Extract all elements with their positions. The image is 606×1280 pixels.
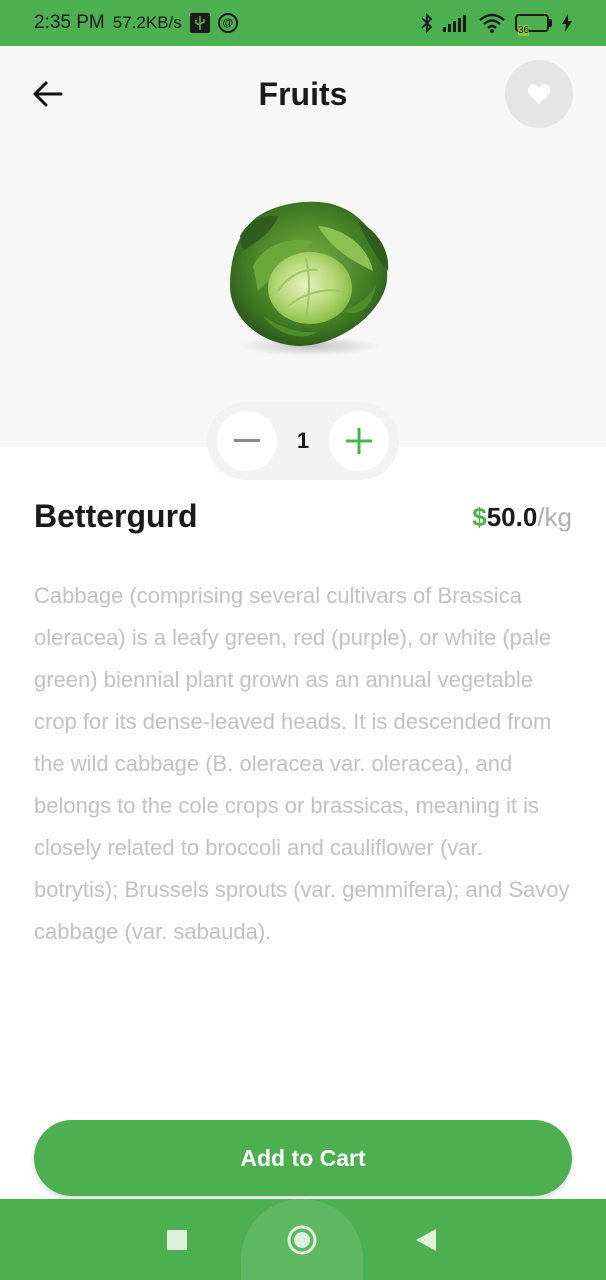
product-hero: Fruits bbox=[0, 46, 606, 447]
quantity-stepper: 1 bbox=[207, 402, 399, 480]
favorite-button[interactable] bbox=[505, 60, 573, 128]
status-time: 2:35 PM bbox=[34, 12, 105, 33]
heart-icon bbox=[527, 84, 551, 104]
status-bar: 2:35 PM 57.2KB/s @ 36 bbox=[0, 0, 606, 46]
increase-quantity-button[interactable] bbox=[329, 411, 389, 471]
wifi-icon bbox=[479, 13, 505, 33]
circle-home-icon bbox=[287, 1225, 317, 1254]
plus-icon bbox=[346, 428, 372, 454]
status-right: 36 bbox=[421, 13, 572, 36]
home-halo bbox=[241, 1199, 363, 1280]
status-speed: 57.2KB/s bbox=[112, 13, 182, 32]
cabbage-image bbox=[230, 201, 389, 356]
product-image bbox=[218, 196, 398, 361]
minus-icon bbox=[234, 439, 260, 442]
battery-icon: 36 bbox=[515, 14, 552, 36]
bluetooth-icon bbox=[421, 13, 433, 33]
price-amount: 50.0 bbox=[486, 502, 538, 532]
product-price: $50.0/kg bbox=[472, 502, 572, 533]
price-currency: $ bbox=[472, 502, 487, 532]
triangle-back-icon bbox=[416, 1228, 436, 1251]
product-description: Cabbage (comprising several cultivars of… bbox=[34, 583, 570, 944]
signal-icon bbox=[443, 14, 469, 32]
system-nav-bar bbox=[0, 1199, 606, 1280]
system-back-button[interactable] bbox=[396, 1199, 456, 1280]
charging-icon bbox=[562, 14, 572, 32]
product-name: Bettergurd bbox=[34, 498, 198, 534]
add-to-cart-button[interactable]: Add to Cart bbox=[34, 1120, 572, 1196]
quantity-value: 1 bbox=[296, 428, 310, 453]
decrease-quantity-button[interactable] bbox=[217, 411, 277, 471]
price-unit: /kg bbox=[537, 502, 572, 532]
status-left: 2:35 PM 57.2KB/s @ bbox=[34, 12, 238, 34]
at-icon: @ bbox=[217, 13, 238, 33]
recents-button[interactable] bbox=[147, 1199, 207, 1280]
battery-level: 36 bbox=[518, 25, 530, 36]
square-recents-icon bbox=[167, 1229, 187, 1250]
usb-icon bbox=[189, 13, 210, 33]
home-button[interactable] bbox=[241, 1199, 363, 1280]
